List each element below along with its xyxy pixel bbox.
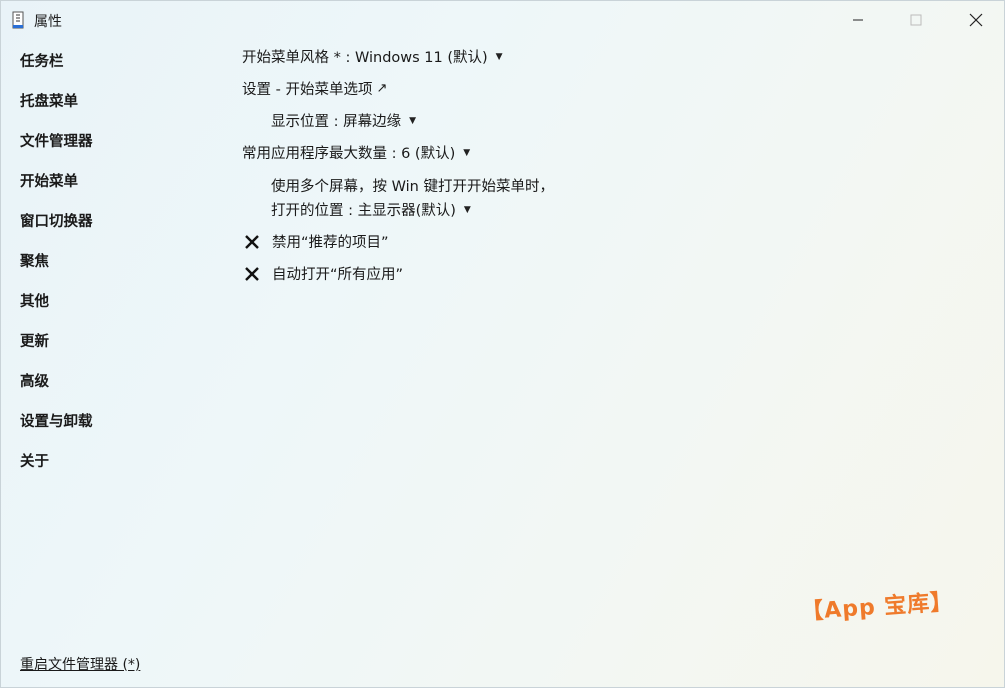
sidebar-item-start-menu[interactable]: 开始菜单 — [20, 170, 78, 191]
disable-recommended-toggle[interactable]: 禁用“推荐的项目” — [244, 231, 389, 252]
start-menu-style-label: 开始菜单风格 * : Windows 11 (默认) — [242, 50, 488, 66]
auto-open-all-apps-toggle[interactable]: 自动打开“所有应用” — [244, 263, 403, 284]
sidebar-item-taskbar[interactable]: 任务栏 — [20, 50, 64, 71]
x-mark-icon — [245, 234, 259, 249]
multi-monitor-description: 使用多个屏幕，按 Win 键打开开始菜单时， — [271, 179, 554, 195]
sidebar-item-spotlight[interactable]: 聚焦 — [20, 250, 49, 271]
sidebar-item-setup-uninstall[interactable]: 设置与卸载 — [20, 410, 93, 431]
close-button[interactable] — [947, 1, 1005, 39]
watermark: 【App 宝库】 — [800, 589, 955, 626]
window-title: 属性 — [34, 14, 62, 30]
sidebar-item-tray-menu[interactable]: 托盘菜单 — [20, 90, 78, 111]
max-frequent-apps-label: 常用应用程序最大数量 : 6 (默认) — [242, 146, 456, 162]
max-frequent-apps-dropdown[interactable]: 常用应用程序最大数量 : 6 (默认) ▼ — [242, 142, 470, 163]
display-position-label: 显示位置 : 屏幕边缘 — [271, 114, 402, 130]
properties-window: 属性 任务栏 托盘菜单 文件管理器 开始菜单 窗口切换器 聚焦 其他 更新 高级… — [0, 0, 1005, 688]
sidebar-item-update[interactable]: 更新 — [20, 330, 49, 351]
display-position-dropdown[interactable]: 显示位置 : 屏幕边缘 ▼ — [271, 110, 416, 131]
auto-open-all-apps-label: 自动打开“所有应用” — [272, 267, 404, 283]
caret-down-icon: ▼ — [463, 204, 471, 215]
sidebar-item-window-switcher[interactable]: 窗口切换器 — [20, 210, 93, 231]
external-link-icon: ↗ — [376, 81, 388, 96]
minimize-icon — [853, 19, 863, 21]
settings-link-label: 设置 - 开始菜单选项 — [242, 82, 373, 98]
caret-down-icon: ▼ — [495, 51, 503, 62]
x-mark-icon — [245, 266, 259, 281]
caret-down-icon: ▼ — [463, 147, 471, 158]
minimize-button[interactable] — [829, 1, 887, 39]
start-menu-style-dropdown[interactable]: 开始菜单风格 * : Windows 11 (默认) ▼ — [242, 46, 503, 67]
sidebar-item-advanced[interactable]: 高级 — [20, 370, 49, 391]
sidebar-item-about[interactable]: 关于 — [20, 450, 49, 471]
maximize-icon — [910, 14, 922, 26]
close-icon — [969, 13, 983, 27]
caret-down-icon: ▼ — [409, 115, 417, 126]
sidebar-item-other[interactable]: 其他 — [20, 290, 49, 311]
restart-file-explorer-link[interactable]: 重启文件管理器 (*) — [20, 654, 140, 674]
maximize-button[interactable] — [887, 1, 945, 39]
settings-start-menu-link[interactable]: 设置 - 开始菜单选项 ↗ — [242, 78, 387, 99]
monitor-position-dropdown[interactable]: 打开的位置 : 主显示器(默认) ▼ — [271, 199, 471, 220]
monitor-position-label: 打开的位置 : 主显示器(默认) — [271, 203, 456, 219]
disable-recommended-label: 禁用“推荐的项目” — [272, 235, 389, 251]
title-bar[interactable]: 属性 — [1, 1, 1004, 39]
sidebar-item-file-explorer[interactable]: 文件管理器 — [20, 130, 93, 151]
document-icon — [11, 11, 25, 29]
